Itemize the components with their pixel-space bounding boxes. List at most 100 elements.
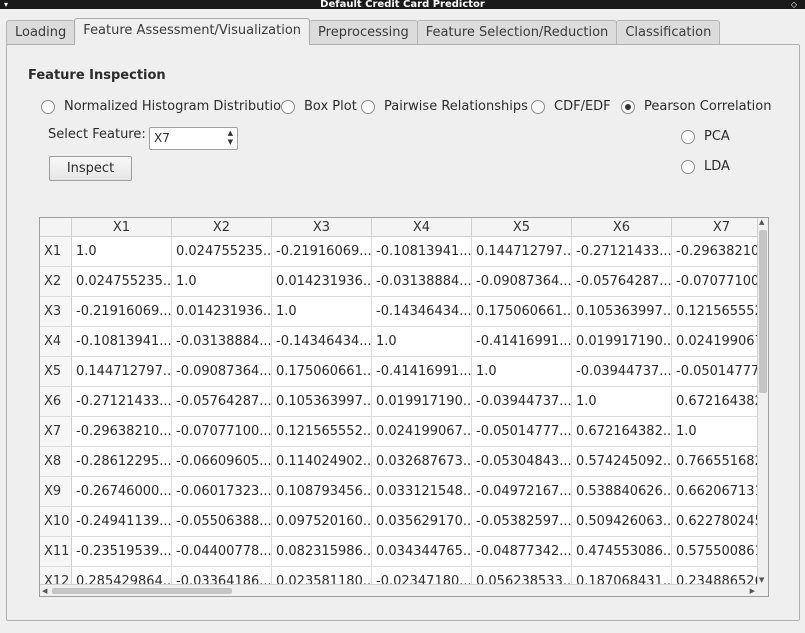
table-cell[interactable]: -0.06017323...: [172, 477, 272, 507]
table-cell[interactable]: 0.175060661...: [472, 297, 572, 327]
table-cell[interactable]: -0.03138884...: [372, 267, 472, 297]
radio-indicator[interactable]: [281, 99, 295, 114]
table-cell[interactable]: -0.03944737...: [572, 357, 672, 387]
table-cell[interactable]: -0.09087364...: [172, 357, 272, 387]
table-cell[interactable]: -0.05764287...: [172, 387, 272, 417]
row-header[interactable]: X7: [40, 417, 72, 447]
table-cell[interactable]: -0.10813941...: [372, 237, 472, 267]
radio-indicator[interactable]: [531, 99, 545, 114]
table-cell[interactable]: 1.0: [472, 357, 572, 387]
table-cell[interactable]: 0.574245092...: [572, 447, 672, 477]
radio-histogram[interactable]: Normalized Histogram Distribution: [41, 99, 289, 114]
tab-preprocessing[interactable]: Preprocessing: [309, 20, 418, 45]
radio-indicator[interactable]: [41, 99, 55, 114]
table-cell[interactable]: 0.024199067: [672, 327, 768, 357]
table-cell[interactable]: -0.05764287...: [572, 267, 672, 297]
table-cell[interactable]: 0.622780245: [672, 507, 768, 537]
table-cell[interactable]: 0.105363997...: [272, 387, 372, 417]
table-cell[interactable]: 1.0: [572, 387, 672, 417]
column-header[interactable]: X7: [672, 218, 768, 237]
table-cell[interactable]: 0.672164382...: [572, 417, 672, 447]
table-cell[interactable]: 0.082315986...: [272, 537, 372, 567]
table-cell[interactable]: 0.019917190...: [372, 387, 472, 417]
table-cell[interactable]: -0.09087364...: [472, 267, 572, 297]
table-cell[interactable]: 0.019917190...: [572, 327, 672, 357]
table-cell[interactable]: 0.035629170...: [372, 507, 472, 537]
inspect-button[interactable]: Inspect: [49, 156, 132, 181]
table-cell[interactable]: -0.03138884...: [172, 327, 272, 357]
row-header[interactable]: X9: [40, 477, 72, 507]
table-cell[interactable]: 0.575500861: [672, 537, 768, 567]
correlation-table[interactable]: X1 X2 X3 X4 X5 X6 X7 X1 1.0 0.024755235... -0.2191…: [39, 217, 769, 597]
radio-indicator[interactable]: [621, 99, 635, 114]
table-cell[interactable]: 0.097520160...: [272, 507, 372, 537]
table-cell[interactable]: -0.03944737...: [472, 387, 572, 417]
table-cell[interactable]: 0.024199067...: [372, 417, 472, 447]
row-header[interactable]: X3: [40, 297, 72, 327]
tab-feature-assessment[interactable]: Feature Assessment/Visualization: [74, 18, 311, 45]
row-header[interactable]: X10: [40, 507, 72, 537]
vertical-scroll-thumb[interactable]: [759, 230, 767, 393]
table-cell[interactable]: -0.06609605...: [172, 447, 272, 477]
row-header[interactable]: X2: [40, 267, 72, 297]
row-header[interactable]: X11: [40, 537, 72, 567]
radio-pearson[interactable]: Pearson Correlation: [621, 99, 771, 114]
column-header[interactable]: X3: [272, 218, 372, 237]
table-cell[interactable]: -0.21916069...: [72, 297, 172, 327]
table-cell[interactable]: 0.034344765...: [372, 537, 472, 567]
radio-cdf-edf[interactable]: CDF/EDF: [531, 99, 611, 114]
table-cell[interactable]: -0.23519539...: [72, 537, 172, 567]
table-cell[interactable]: 0.108793456...: [272, 477, 372, 507]
table-cell[interactable]: -0.41416991...: [372, 357, 472, 387]
horizontal-scrollbar[interactable]: ◀ ▶: [40, 584, 759, 596]
radio-pca[interactable]: PCA: [681, 129, 730, 144]
spin-arrows-icon[interactable]: ▲ ▼: [228, 129, 233, 147]
table-cell[interactable]: 0.144712797...: [72, 357, 172, 387]
radio-indicator[interactable]: [681, 159, 695, 174]
table-cell[interactable]: 0.672164382: [672, 387, 768, 417]
scroll-up-icon[interactable]: ▲: [759, 218, 764, 226]
table-cell[interactable]: 0.024755235...: [72, 267, 172, 297]
table-cell[interactable]: -0.24941139...: [72, 507, 172, 537]
table-cell[interactable]: -0.04972167...: [472, 477, 572, 507]
table-cell[interactable]: -0.07077100...: [172, 417, 272, 447]
table-cell[interactable]: 0.766551682: [672, 447, 768, 477]
radio-pairwise[interactable]: Pairwise Relationships: [361, 99, 528, 114]
table-cell[interactable]: 0.144712797...: [472, 237, 572, 267]
table-cell[interactable]: -0.04877342...: [472, 537, 572, 567]
column-header[interactable]: X6: [572, 218, 672, 237]
table-cell[interactable]: -0.05506388...: [172, 507, 272, 537]
scroll-right-icon[interactable]: ▶: [750, 585, 755, 596]
table-cell[interactable]: -0.05014777...: [472, 417, 572, 447]
table-cell[interactable]: -0.05382597...: [472, 507, 572, 537]
table-cell[interactable]: 0.538840626...: [572, 477, 672, 507]
table-cell[interactable]: 0.509426063...: [572, 507, 672, 537]
table-cell[interactable]: 0.662067131: [672, 477, 768, 507]
window-menu-icon[interactable]: ▾: [4, 0, 8, 9]
row-header[interactable]: X1: [40, 237, 72, 267]
radio-indicator[interactable]: [681, 129, 695, 144]
radio-lda[interactable]: LDA: [681, 159, 730, 174]
table-cell[interactable]: -0.14346434...: [272, 327, 372, 357]
table-cell[interactable]: -0.14346434...: [372, 297, 472, 327]
table-cell[interactable]: 1.0: [172, 267, 272, 297]
table-cell[interactable]: -0.26746000...: [72, 477, 172, 507]
row-header[interactable]: X6: [40, 387, 72, 417]
table-cell[interactable]: 0.121565552...: [272, 417, 372, 447]
row-header[interactable]: X8: [40, 447, 72, 477]
horizontal-scroll-thumb[interactable]: [52, 588, 232, 594]
column-header[interactable]: X5: [472, 218, 572, 237]
table-cell[interactable]: -0.41416991...: [472, 327, 572, 357]
radio-indicator[interactable]: [361, 99, 375, 114]
feature-select[interactable]: X7 ▲ ▼: [149, 127, 238, 150]
table-cell[interactable]: 0.121565552: [672, 297, 768, 327]
tab-classification[interactable]: Classification: [616, 20, 721, 45]
table-cell[interactable]: 0.105363997...: [572, 297, 672, 327]
column-header[interactable]: X4: [372, 218, 472, 237]
radio-box-plot[interactable]: Box Plot: [281, 99, 357, 114]
window-control-icon[interactable]: ◇: [791, 0, 797, 9]
scroll-left-icon[interactable]: ◀: [42, 585, 47, 596]
tab-loading[interactable]: Loading: [6, 20, 76, 45]
vertical-scrollbar[interactable]: ▲ ▼: [757, 218, 768, 584]
table-cell[interactable]: 0.014231936...: [172, 297, 272, 327]
